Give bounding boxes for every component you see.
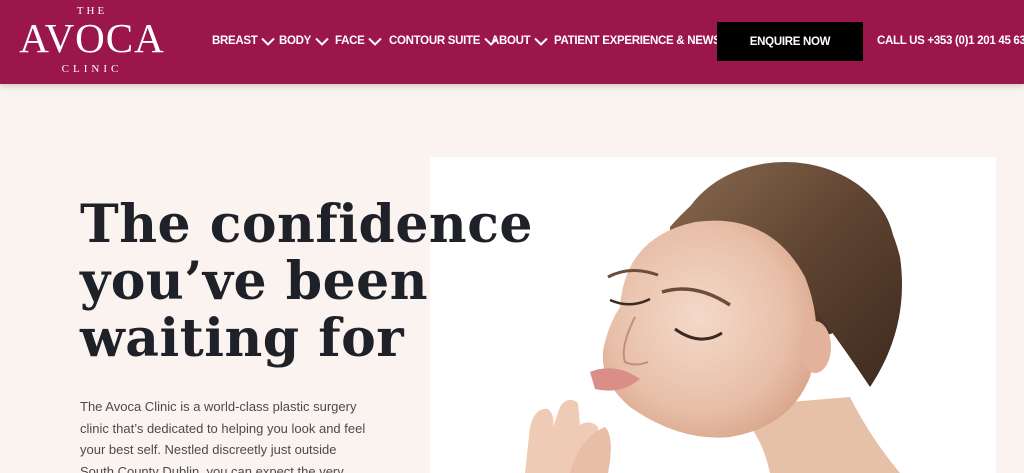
hero-headline: The confidence you’ve been waiting for bbox=[80, 196, 550, 367]
nav-contour-suite[interactable]: CONTOUR SUITE bbox=[389, 32, 498, 50]
logo-name: AVOCA bbox=[19, 15, 165, 61]
avoca-clinic-logo[interactable]: THE AVOCA CLINIC bbox=[14, 4, 170, 78]
nav-label: BODY bbox=[279, 35, 312, 47]
headline-line: you’ve been bbox=[80, 251, 429, 312]
nav-patient-experience-news[interactable]: PATIENT EXPERIENCE & NEWS bbox=[554, 32, 739, 50]
nav-label: CONTOUR SUITE bbox=[389, 35, 481, 47]
chevron-down-icon bbox=[261, 37, 276, 46]
nav-breast[interactable]: BREAST bbox=[212, 32, 276, 50]
nav-about[interactable]: ABOUT bbox=[491, 32, 549, 50]
headline-line: waiting for bbox=[80, 308, 405, 369]
chevron-down-icon bbox=[368, 37, 383, 46]
chevron-down-icon bbox=[534, 37, 549, 46]
nav-label: PATIENT EXPERIENCE & NEWS bbox=[554, 35, 721, 47]
enquire-now-button[interactable]: ENQUIRE NOW bbox=[717, 22, 863, 61]
nav-label: ABOUT bbox=[491, 35, 531, 47]
nav-label: FACE bbox=[335, 35, 365, 47]
logo-clinic: CLINIC bbox=[61, 63, 123, 75]
call-us-link[interactable]: CALL US +353 (0)1 201 45 63 bbox=[877, 32, 1024, 50]
nav-face[interactable]: FACE bbox=[335, 32, 383, 50]
nav-body[interactable]: BODY bbox=[279, 32, 329, 50]
headline-line: The confidence bbox=[80, 194, 533, 255]
nav-label: BREAST bbox=[212, 35, 258, 47]
chevron-down-icon bbox=[315, 37, 329, 46]
hero-description: The Avoca Clinic is a world-class plasti… bbox=[80, 399, 366, 473]
site-header: THE AVOCA CLINIC BREAST BODY FACE CONTOU… bbox=[0, 0, 1024, 84]
